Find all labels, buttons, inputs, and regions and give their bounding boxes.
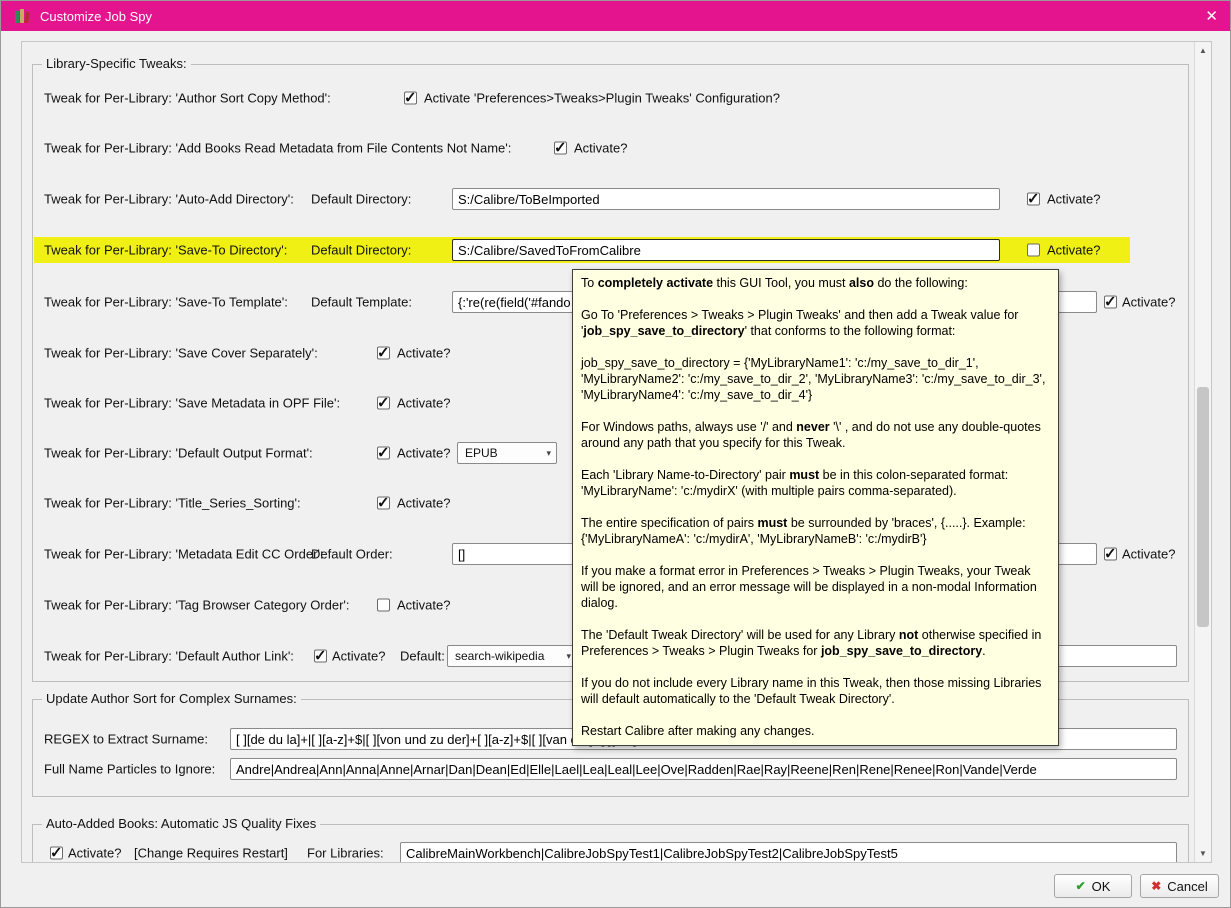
activate-label: Activate 'Preferences>Tweaks>Plugin Twea…: [424, 90, 780, 106]
tweak-row-save-to-directory: Tweak for Per-Library: 'Save-To Director…: [22, 237, 1192, 263]
scroll-down-icon[interactable]: ▼: [1195, 846, 1211, 861]
tooltip-paragraph: Restart Calibre after making any changes…: [581, 724, 815, 738]
tooltip: To completely activate this GUI Tool, yo…: [572, 269, 1059, 746]
activate-label: Activate?: [574, 140, 628, 156]
author-link-value: search-wikipedia: [455, 649, 545, 663]
cancel-button[interactable]: ✖ Cancel: [1140, 874, 1219, 898]
activate-label: Activate?: [397, 345, 451, 361]
tooltip-paragraph: Go To 'Preferences > Tweaks > Plugin Twe…: [581, 308, 1019, 338]
activate-checkbox[interactable]: [1104, 295, 1117, 309]
for-libraries-input[interactable]: [400, 842, 1177, 862]
tooltip-paragraph: Each 'Library Name-to-Directory' pair mu…: [581, 468, 1009, 498]
field-label: Default Directory:: [311, 242, 412, 258]
tweak-row-auto-add-directory: Tweak for Per-Library: 'Auto-Add Directo…: [22, 186, 1192, 212]
activate-checkbox[interactable]: [1027, 192, 1040, 206]
field-label: Default Directory:: [311, 191, 412, 207]
tweak-label: Tweak for Per-Library: 'Metadata Edit CC…: [44, 546, 324, 562]
tooltip-paragraph: job_spy_save_to_directory = {'MyLibraryN…: [581, 356, 1046, 402]
tweak-label: Tweak for Per-Library: 'Save-To Director…: [44, 242, 288, 258]
name-particles-row: Full Name Particles to Ignore:: [22, 756, 1192, 782]
app-icon: [15, 9, 30, 24]
activate-checkbox[interactable]: [404, 91, 417, 105]
tweak-label: Tweak for Per-Library: 'Title_Series_Sor…: [44, 495, 301, 511]
activate-checkbox[interactable]: [554, 141, 567, 155]
tooltip-paragraph: If you make a format error in Preference…: [581, 564, 1037, 610]
ok-button-label: OK: [1091, 878, 1111, 894]
output-format-dropdown[interactable]: EPUB ▾: [457, 442, 557, 464]
tooltip-paragraph: For Windows paths, always use '/' and ne…: [581, 420, 1041, 450]
titlebar: Customize Job Spy ✕: [1, 1, 1230, 31]
tooltip-paragraph: To completely activate this GUI Tool, yo…: [581, 276, 968, 290]
auto-add-directory-input[interactable]: [452, 188, 1000, 210]
tweak-label: Tweak for Per-Library: 'Default Author L…: [44, 648, 294, 664]
group-auto-added-label: Auto-Added Books: Automatic JS Quality F…: [42, 816, 321, 831]
vertical-scrollbar[interactable]: ▲ ▼: [1194, 42, 1211, 862]
tweak-row-add-books-read-metadata: Tweak for Per-Library: 'Add Books Read M…: [22, 135, 1192, 161]
default-label: Default:: [400, 648, 445, 664]
activate-label: Activate?: [397, 395, 451, 411]
activate-checkbox[interactable]: [377, 346, 390, 360]
cancel-x-icon: ✖: [1151, 879, 1162, 893]
tooltip-paragraph: The 'Default Tweak Directory' will be us…: [581, 628, 1042, 658]
cancel-button-label: Cancel: [1167, 878, 1208, 894]
ok-button[interactable]: ✔ OK: [1054, 874, 1132, 898]
scroll-up-icon[interactable]: ▲: [1195, 43, 1211, 58]
activate-checkbox[interactable]: [1104, 547, 1117, 561]
restart-note: [Change Requires Restart]: [134, 845, 288, 861]
output-format-value: EPUB: [465, 446, 498, 460]
tweak-label: Tweak for Per-Library: 'Save-To Template…: [44, 294, 288, 310]
ok-check-icon: ✔: [1075, 879, 1086, 893]
activate-checkbox[interactable]: [377, 598, 390, 612]
activate-checkbox[interactable]: [377, 496, 390, 510]
tweak-row-author-sort-copy-method: Tweak for Per-Library: 'Author Sort Copy…: [22, 85, 1192, 111]
tweak-label: Tweak for Per-Library: 'Tag Browser Cate…: [44, 597, 350, 613]
activate-label: Activate?: [1122, 546, 1176, 562]
name-particles-label: Full Name Particles to Ignore:: [44, 761, 216, 777]
field-label: Default Template:: [311, 294, 412, 310]
auto-added-activate-checkbox[interactable]: [50, 846, 63, 860]
auto-added-activate-label: Activate?: [68, 845, 122, 861]
activate-checkbox[interactable]: [1027, 243, 1040, 257]
scroll-area: Library-Specific Tweaks: Tweak for Per-L…: [21, 41, 1212, 863]
activate-label: Activate?: [1122, 294, 1176, 310]
activate-label: Activate?: [397, 597, 451, 613]
regex-surname-label: REGEX to Extract Surname:: [44, 731, 209, 747]
close-icon[interactable]: ✕: [1205, 9, 1218, 24]
tweak-label: Tweak for Per-Library: 'Save Metadata in…: [44, 395, 341, 411]
dialog-window: Customize Job Spy ✕ Library-Specific Twe…: [0, 0, 1231, 908]
tweak-label: Tweak for Per-Library: 'Save Cover Separ…: [44, 345, 318, 361]
field-label: Default Order:: [311, 546, 393, 562]
activate-label: Activate?: [1047, 191, 1101, 207]
window-title: Customize Job Spy: [40, 8, 152, 24]
tooltip-body: To completely activate this GUI Tool, yo…: [581, 275, 1050, 739]
save-to-directory-input[interactable]: [452, 239, 1000, 261]
activate-label: Activate?: [332, 648, 386, 664]
tooltip-paragraph: If you do not include every Library name…: [581, 676, 1042, 706]
activate-checkbox[interactable]: [377, 446, 390, 460]
activate-label: Activate?: [1047, 242, 1101, 258]
activate-checkbox[interactable]: [314, 649, 327, 663]
tweak-label: Tweak for Per-Library: 'Auto-Add Directo…: [44, 191, 294, 207]
author-link-dropdown[interactable]: search-wikipedia ▾: [447, 645, 577, 667]
group-library-tweaks-label: Library-Specific Tweaks:: [42, 56, 191, 71]
chevron-down-icon: ▾: [566, 650, 571, 661]
activate-label: Activate?: [397, 445, 451, 461]
scrollbar-thumb[interactable]: [1197, 387, 1209, 627]
group-author-sort-label: Update Author Sort for Complex Surnames:: [42, 691, 301, 706]
tweak-label: Tweak for Per-Library: 'Default Output F…: [44, 445, 313, 461]
activate-checkbox[interactable]: [377, 396, 390, 410]
tweak-label: Tweak for Per-Library: 'Author Sort Copy…: [44, 90, 331, 106]
for-libraries-label: For Libraries:: [307, 845, 384, 861]
name-particles-input[interactable]: [230, 758, 1177, 780]
tweak-label: Tweak for Per-Library: 'Add Books Read M…: [44, 140, 512, 156]
activate-label: Activate?: [397, 495, 451, 511]
auto-added-row: Activate? [Change Requires Restart] For …: [22, 840, 1192, 862]
chevron-down-icon: ▾: [546, 447, 551, 458]
tooltip-paragraph: The entire specification of pairs must b…: [581, 516, 1026, 546]
